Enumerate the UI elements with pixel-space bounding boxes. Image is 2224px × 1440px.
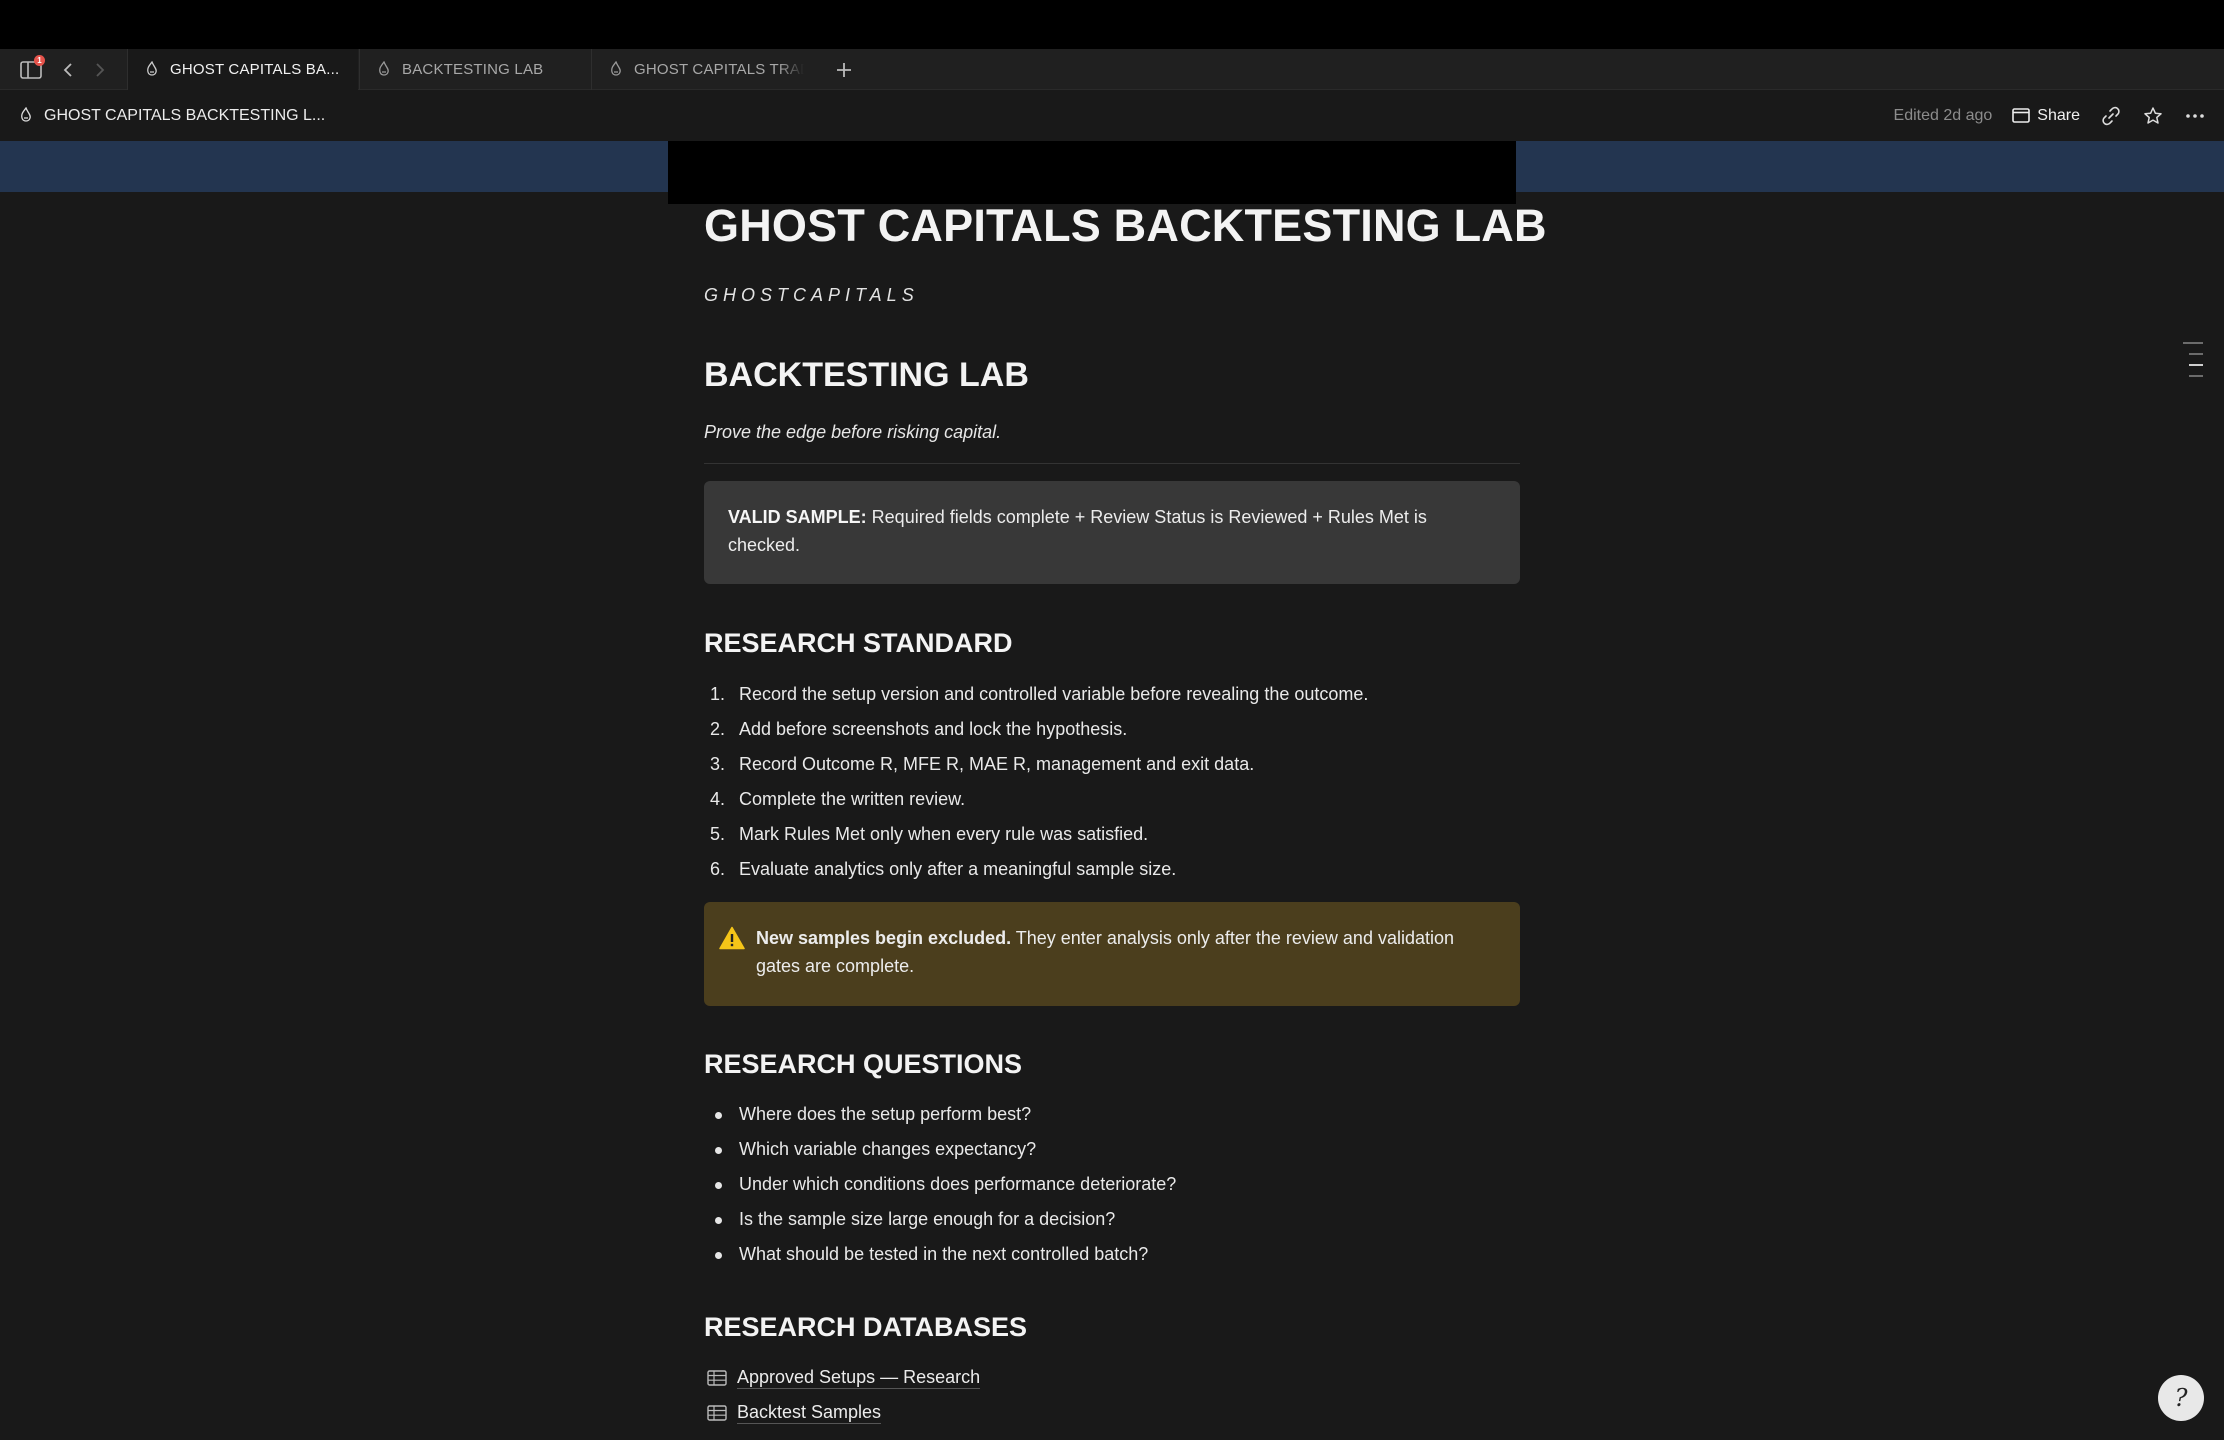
tab-ghost-capitals-backtesting[interactable]: GHOST CAPITALS BA... (127, 49, 358, 90)
list-item: 6. Evaluate analytics only after a meanin… (710, 859, 1177, 879)
tab-ghost-capitals-trading[interactable]: GHOST CAPITALS TRADING (591, 49, 822, 90)
heading-research-standard: RESEARCH STANDARD (704, 628, 1013, 658)
tab-backtesting-lab[interactable]: BACKTESTING LAB (359, 49, 590, 90)
callout-label: VALID SAMPLE: (728, 507, 867, 527)
page-logo-icon (611, 60, 621, 76)
list-item: Is the sample size large enough for a de… (704, 1202, 1176, 1237)
page-logo-icon (21, 106, 31, 122)
table-icon (707, 1404, 727, 1421)
heading-backtesting-lab: BACKTESTING LAB (704, 356, 1029, 394)
chevron-left-icon (63, 62, 72, 77)
page-header: GHOST CAPITALS BACKTESTING L... Edited 2… (0, 90, 2224, 141)
research-questions-list: Where does the setup perform best? Which… (704, 1097, 1176, 1272)
copy-link-button[interactable] (2100, 105, 2122, 127)
page-logo-icon (379, 60, 389, 76)
page-logo-icon (147, 60, 157, 76)
page-title[interactable]: GHOST CAPITALS BACKTESTING LAB (704, 200, 1547, 252)
share-label: Share (2037, 106, 2080, 124)
back-button[interactable] (56, 49, 80, 90)
star-icon (2144, 106, 2162, 124)
more-options-button[interactable] (2184, 105, 2206, 127)
valid-sample-callout: VALID SAMPLE: Required fields complete +… (704, 481, 1520, 584)
plus-icon (837, 62, 851, 77)
list-item: 1. Record the setup version and controlle… (710, 684, 1369, 704)
link-label: Backtest Samples (737, 1402, 882, 1424)
more-icon (2186, 113, 2204, 118)
heading-research-questions: RESEARCH QUESTIONS (704, 1049, 1023, 1079)
sidebar-toggle-button[interactable]: 1 (14, 49, 48, 90)
help-button[interactable]: ? (2158, 1375, 2204, 1421)
database-link-backtest-samples[interactable]: Backtest Samples (707, 1395, 882, 1430)
list-item: What should be tested in the next contro… (704, 1237, 1176, 1272)
research-standard-list: 1. Record the setup version and controlle… (704, 677, 1368, 887)
list-item: Where does the setup perform best? (704, 1097, 1176, 1132)
list-item: 2. Add before screenshots and lock the hy… (710, 719, 1128, 739)
help-icon: ? (2174, 1384, 2188, 1412)
list-item: Under which conditions does performance … (704, 1167, 1176, 1202)
warning-icon (719, 926, 745, 950)
edited-timestamp: Edited 2d ago (1893, 106, 1993, 124)
breadcrumb-label: GHOST CAPITALS BACKTESTING L... (44, 106, 326, 124)
breadcrumb[interactable]: GHOST CAPITALS BACKTESTING L... (18, 90, 325, 141)
notification-badge: 1 (34, 55, 45, 66)
new-tab-button[interactable] (826, 49, 862, 90)
cover-image (668, 141, 1516, 204)
callout-bold: New samples begin excluded. (756, 928, 1012, 948)
database-link-approved-setups[interactable]: Approved Setups — Research (707, 1360, 981, 1395)
table-of-contents-outline[interactable] (2183, 342, 2203, 386)
tab-label: GHOST CAPITALS TRADING (634, 61, 804, 78)
heading-research-databases: RESEARCH DATABASES (704, 1312, 1028, 1342)
list-item: 4. Complete the written review. (710, 789, 966, 809)
window-top-bar (0, 0, 2224, 49)
share-button[interactable]: Share (2012, 107, 2080, 125)
tagline: Prove the edge before risking capital. (704, 422, 1002, 442)
link-icon (2102, 106, 2120, 125)
share-icon (2012, 108, 2031, 123)
favorite-button[interactable] (2142, 105, 2164, 127)
table-icon (707, 1369, 727, 1386)
warning-callout: New samples begin excluded. They enter a… (704, 902, 1520, 1006)
chevron-right-icon (96, 62, 105, 77)
divider (704, 463, 1520, 464)
list-item: Which variable changes expectancy? (704, 1132, 1176, 1167)
brand-subtitle: GHOSTCAPITALS (704, 285, 919, 305)
list-item: 3. Record Outcome R, MFE R, MAE R, manage… (710, 754, 1255, 774)
forward-button[interactable] (88, 49, 112, 90)
tab-label: GHOST CAPITALS BA... (170, 61, 340, 78)
tab-strip: 1 GHOST CAPITALS BA... BACKTESTING LAB G… (0, 49, 2224, 90)
link-label: Approved Setups — Research (737, 1367, 981, 1389)
tab-label: BACKTESTING LAB (402, 61, 544, 78)
list-item: 5. Mark Rules Met only when every rule wa… (710, 824, 1149, 844)
